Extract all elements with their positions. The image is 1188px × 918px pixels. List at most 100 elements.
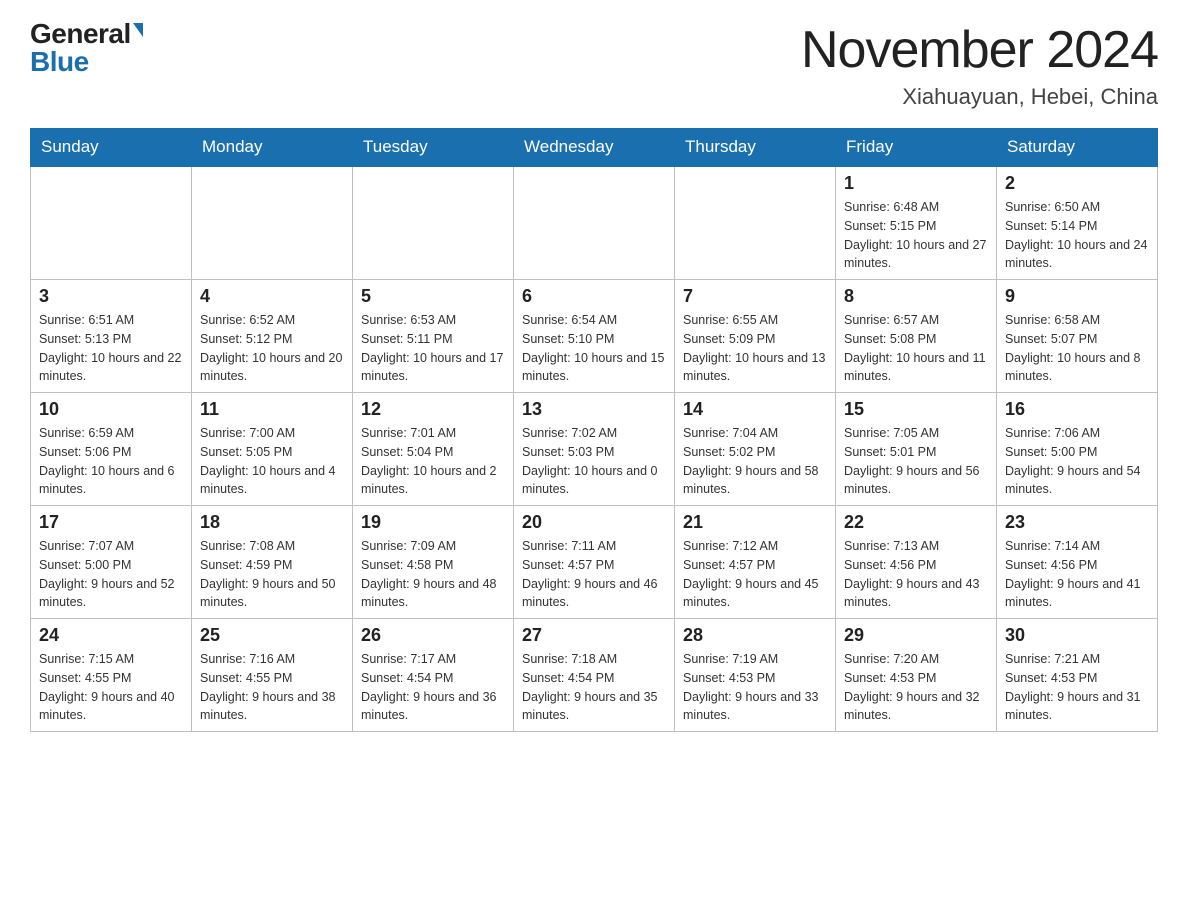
calendar-cell: 4 Sunrise: 6:52 AM Sunset: 5:12 PM Daylig… [192,280,353,393]
calendar-table: SundayMondayTuesdayWednesdayThursdayFrid… [30,128,1158,732]
day-detail: Sunrise: 7:12 AM Sunset: 4:57 PM Dayligh… [683,537,827,612]
day-detail: Sunrise: 6:48 AM Sunset: 5:15 PM Dayligh… [844,198,988,273]
calendar-cell: 13 Sunrise: 7:02 AM Sunset: 5:03 PM Dayli… [514,393,675,506]
calendar-cell: 8Sunrise: 6:57 AM Sunset: 5:08 PM Daylig… [836,280,997,393]
day-detail: Sunrise: 6:53 AM Sunset: 5:11 PM Dayligh… [361,311,505,386]
day-number: 18 [200,512,344,533]
day-number: 11 [200,399,344,420]
location-subtitle: Xiahuayuan, Hebei, China [801,84,1158,110]
day-number: 20 [522,512,666,533]
calendar-cell: 15 Sunrise: 7:05 AM Sunset: 5:01 PM Dayli… [836,393,997,506]
calendar-cell: 28 Sunrise: 7:19 AM Sunset: 4:53 PM Dayli… [675,619,836,732]
day-number: 26 [361,625,505,646]
day-number: 17 [39,512,183,533]
day-number: 14 [683,399,827,420]
day-detail: Sunrise: 7:09 AM Sunset: 4:58 PM Dayligh… [361,537,505,612]
day-number: 25 [200,625,344,646]
day-number: 4 [200,286,344,307]
calendar-cell [31,166,192,280]
calendar-cell: 1 Sunrise: 6:48 AM Sunset: 5:15 PM Daylig… [836,166,997,280]
calendar-cell: 18 Sunrise: 7:08 AM Sunset: 4:59 PM Dayli… [192,506,353,619]
calendar-cell: 6 Sunrise: 6:54 AM Sunset: 5:10 PM Daylig… [514,280,675,393]
day-detail: Sunrise: 7:05 AM Sunset: 5:01 PM Dayligh… [844,424,988,499]
day-detail: Sunrise: 7:16 AM Sunset: 4:55 PM Dayligh… [200,650,344,725]
weekday-header-wednesday: Wednesday [514,129,675,167]
weekday-header-monday: Monday [192,129,353,167]
calendar-cell: 21 Sunrise: 7:12 AM Sunset: 4:57 PM Dayli… [675,506,836,619]
weekday-header-tuesday: Tuesday [353,129,514,167]
calendar-cell: 27Sunrise: 7:18 AM Sunset: 4:54 PM Dayli… [514,619,675,732]
calendar-cell: 20 Sunrise: 7:11 AM Sunset: 4:57 PM Dayli… [514,506,675,619]
calendar-cell: 17 Sunrise: 7:07 AM Sunset: 5:00 PM Dayli… [31,506,192,619]
calendar-cell: 25 Sunrise: 7:16 AM Sunset: 4:55 PM Dayli… [192,619,353,732]
day-detail: Sunrise: 7:00 AM Sunset: 5:05 PM Dayligh… [200,424,344,499]
day-detail: Sunrise: 7:14 AM Sunset: 4:56 PM Dayligh… [1005,537,1149,612]
day-number: 12 [361,399,505,420]
calendar-cell: 7Sunrise: 6:55 AM Sunset: 5:09 PM Daylig… [675,280,836,393]
day-number: 21 [683,512,827,533]
calendar-cell: 22 Sunrise: 7:13 AM Sunset: 4:56 PM Dayli… [836,506,997,619]
day-detail: Sunrise: 7:11 AM Sunset: 4:57 PM Dayligh… [522,537,666,612]
day-number: 30 [1005,625,1149,646]
day-detail: Sunrise: 7:18 AM Sunset: 4:54 PM Dayligh… [522,650,666,725]
logo: General Blue [30,20,143,76]
day-number: 7 [683,286,827,307]
day-detail: Sunrise: 7:19 AM Sunset: 4:53 PM Dayligh… [683,650,827,725]
day-detail: Sunrise: 6:57 AM Sunset: 5:08 PM Dayligh… [844,311,988,386]
calendar-cell [675,166,836,280]
logo-general-text: General [30,20,131,48]
day-detail: Sunrise: 7:20 AM Sunset: 4:53 PM Dayligh… [844,650,988,725]
day-number: 23 [1005,512,1149,533]
day-number: 1 [844,173,988,194]
calendar-cell: 14Sunrise: 7:04 AM Sunset: 5:02 PM Dayli… [675,393,836,506]
calendar-cell [514,166,675,280]
weekday-header-row: SundayMondayTuesdayWednesdayThursdayFrid… [31,129,1158,167]
day-detail: Sunrise: 7:21 AM Sunset: 4:53 PM Dayligh… [1005,650,1149,725]
day-number: 9 [1005,286,1149,307]
title-block: November 2024 Xiahuayuan, Hebei, China [801,20,1158,110]
day-detail: Sunrise: 7:07 AM Sunset: 5:00 PM Dayligh… [39,537,183,612]
day-detail: Sunrise: 7:15 AM Sunset: 4:55 PM Dayligh… [39,650,183,725]
weekday-header-saturday: Saturday [997,129,1158,167]
day-number: 29 [844,625,988,646]
day-detail: Sunrise: 7:08 AM Sunset: 4:59 PM Dayligh… [200,537,344,612]
calendar-cell: 24 Sunrise: 7:15 AM Sunset: 4:55 PM Dayli… [31,619,192,732]
calendar-cell: 10Sunrise: 6:59 AM Sunset: 5:06 PM Dayli… [31,393,192,506]
day-detail: Sunrise: 6:50 AM Sunset: 5:14 PM Dayligh… [1005,198,1149,273]
day-number: 2 [1005,173,1149,194]
calendar-week-1: 1 Sunrise: 6:48 AM Sunset: 5:15 PM Daylig… [31,166,1158,280]
calendar-cell: 2 Sunrise: 6:50 AM Sunset: 5:14 PM Daylig… [997,166,1158,280]
day-number: 22 [844,512,988,533]
calendar-cell [353,166,514,280]
weekday-header-friday: Friday [836,129,997,167]
day-detail: Sunrise: 6:54 AM Sunset: 5:10 PM Dayligh… [522,311,666,386]
page-header: General Blue November 2024 Xiahuayuan, H… [30,20,1158,110]
calendar-cell: 9 Sunrise: 6:58 AM Sunset: 5:07 PM Daylig… [997,280,1158,393]
calendar-cell: 11 Sunrise: 7:00 AM Sunset: 5:05 PM Dayli… [192,393,353,506]
calendar-cell: 5Sunrise: 6:53 AM Sunset: 5:11 PM Daylig… [353,280,514,393]
calendar-week-2: 3Sunrise: 6:51 AM Sunset: 5:13 PM Daylig… [31,280,1158,393]
day-number: 6 [522,286,666,307]
day-number: 15 [844,399,988,420]
day-detail: Sunrise: 6:51 AM Sunset: 5:13 PM Dayligh… [39,311,183,386]
logo-triangle-icon [133,23,143,37]
calendar-cell: 16Sunrise: 7:06 AM Sunset: 5:00 PM Dayli… [997,393,1158,506]
day-detail: Sunrise: 6:59 AM Sunset: 5:06 PM Dayligh… [39,424,183,499]
day-number: 24 [39,625,183,646]
day-detail: Sunrise: 6:52 AM Sunset: 5:12 PM Dayligh… [200,311,344,386]
calendar-week-4: 17 Sunrise: 7:07 AM Sunset: 5:00 PM Dayli… [31,506,1158,619]
calendar-cell: 30 Sunrise: 7:21 AM Sunset: 4:53 PM Dayli… [997,619,1158,732]
day-detail: Sunrise: 7:02 AM Sunset: 5:03 PM Dayligh… [522,424,666,499]
calendar-cell: 26Sunrise: 7:17 AM Sunset: 4:54 PM Dayli… [353,619,514,732]
calendar-cell: 29 Sunrise: 7:20 AM Sunset: 4:53 PM Dayli… [836,619,997,732]
calendar-cell [192,166,353,280]
weekday-header-thursday: Thursday [675,129,836,167]
calendar-cell: 12Sunrise: 7:01 AM Sunset: 5:04 PM Dayli… [353,393,514,506]
calendar-cell: 23 Sunrise: 7:14 AM Sunset: 4:56 PM Dayli… [997,506,1158,619]
day-number: 13 [522,399,666,420]
day-number: 19 [361,512,505,533]
day-detail: Sunrise: 6:58 AM Sunset: 5:07 PM Dayligh… [1005,311,1149,386]
day-number: 28 [683,625,827,646]
day-detail: Sunrise: 7:13 AM Sunset: 4:56 PM Dayligh… [844,537,988,612]
month-year-title: November 2024 [801,20,1158,80]
